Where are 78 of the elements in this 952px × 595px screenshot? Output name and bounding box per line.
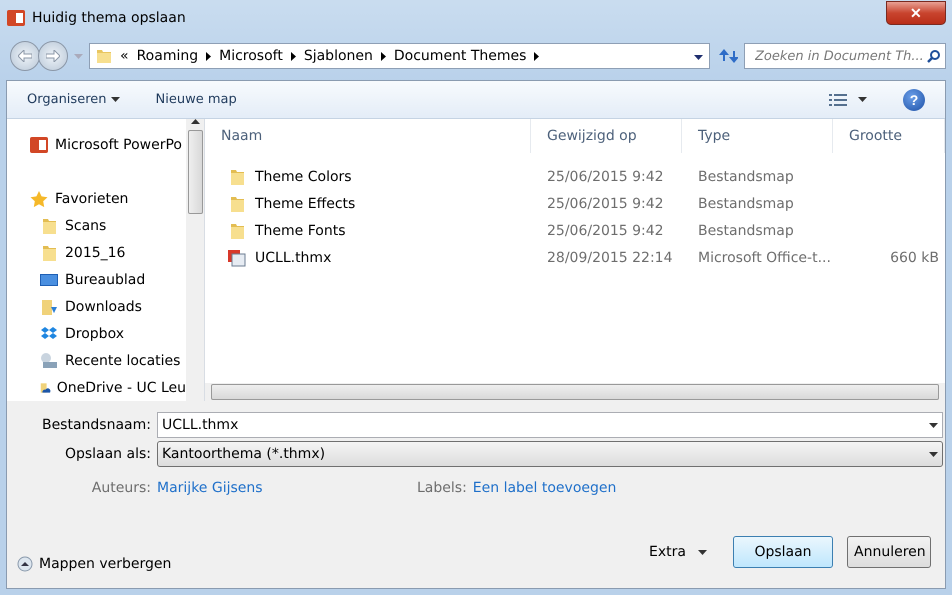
- authors-link[interactable]: Marijke Gijsens: [157, 480, 417, 496]
- breadcrumb[interactable]: Sjablonen: [304, 48, 373, 64]
- window-title: Huidig thema opslaan: [32, 10, 186, 26]
- organize-menu[interactable]: Organiseren: [27, 92, 120, 107]
- caret-icon: [698, 550, 707, 554]
- column-header[interactable]: Grootte: [833, 119, 945, 153]
- sidebar-item[interactable]: 2015_16: [7, 239, 186, 266]
- caret-icon: [929, 422, 938, 428]
- presentation-app-icon: [29, 136, 49, 154]
- type-cell-text: Bestandsmap: [697, 222, 795, 238]
- folder-icon: [96, 48, 112, 64]
- back-button[interactable]: [10, 41, 40, 71]
- forward-button[interactable]: [38, 41, 68, 71]
- scrollbar-thumb[interactable]: [188, 130, 202, 214]
- sidebar-item[interactable]: Bureaublad: [7, 266, 186, 293]
- tags-label: Labels:: [417, 480, 468, 496]
- modified-cell-text: 28/09/2015 22:14: [546, 250, 674, 266]
- sidebar-item[interactable]: Favorieten: [7, 185, 186, 212]
- file-type-dropdown[interactable]: Kantoorthema (*.thmx): [157, 441, 943, 467]
- add-tag-link[interactable]: Een label toevoegen: [472, 480, 616, 496]
- history-caret-icon: [74, 54, 83, 58]
- file-name-cell[interactable]: Theme Colors: [205, 168, 531, 186]
- search-field[interactable]: Zoeken in Document Th...: [744, 43, 946, 69]
- chevron-icon: [290, 52, 296, 60]
- caret-icon: [858, 97, 867, 102]
- sidebar-item[interactable]: Recente locaties: [7, 347, 186, 374]
- size-cell-text: 660 kB: [889, 250, 940, 266]
- vertical-scrollbar[interactable]: [186, 119, 204, 401]
- modified-cell-text: 25/06/2015 9:42: [546, 222, 665, 238]
- back-arrow-icon: [18, 50, 32, 62]
- sidebar-item[interactable]: Dropbox: [7, 320, 186, 347]
- filename-combobox[interactable]: UCLL.thmx: [157, 412, 943, 438]
- downloads-folder-icon: [39, 298, 59, 316]
- sidebar-item[interactable]: OneDrive - UC Leu: [7, 374, 186, 401]
- authors-label: Auteurs:: [90, 480, 152, 496]
- overflow-chevron[interactable]: «: [120, 48, 129, 64]
- search-icon: [927, 49, 941, 63]
- recent-places-icon: [39, 352, 59, 370]
- filename-input[interactable]: UCLL.thmx: [162, 417, 929, 433]
- horizontal-scrollbar[interactable]: [205, 383, 945, 401]
- chevron-icon: [380, 52, 386, 60]
- sidebar-item[interactable]: Microsoft PowerPo: [7, 131, 186, 158]
- save-button[interactable]: Opslaan: [733, 536, 833, 568]
- breadcrumb[interactable]: Roaming: [136, 48, 198, 64]
- dropdown-caret-icon: [694, 55, 703, 60]
- collapse-icon: [17, 556, 33, 572]
- chevron-icon: [534, 52, 540, 60]
- star-icon: [29, 190, 49, 208]
- column-header[interactable]: Type: [682, 119, 833, 153]
- sidebar-item[interactable]: Downloads: [7, 293, 186, 320]
- file-name-cell[interactable]: Theme Fonts: [205, 222, 531, 240]
- type-cell-text: Bestandsmap: [697, 196, 795, 212]
- sidebar-item[interactable]: Scans: [7, 212, 186, 239]
- address-bar[interactable]: « Roaming Microsoft Sjablonen Document Themes: [89, 43, 710, 69]
- file-name-cell[interactable]: Theme Effects: [205, 194, 531, 212]
- breadcrumb[interactable]: Document Themes: [394, 48, 526, 64]
- modified-cell-text: 25/06/2015 9:42: [546, 168, 665, 184]
- presentation-app-icon: [6, 9, 26, 27]
- caret-icon: [110, 97, 120, 102]
- type-cell-text: Microsoft Office-t...: [697, 250, 832, 266]
- save-as-type-label: Opslaan als:: [64, 446, 152, 462]
- breadcrumb[interactable]: Microsoft: [219, 48, 283, 64]
- new-folder-button[interactable]: Nieuwe map: [156, 92, 237, 107]
- filename-label: Bestandsnaam:: [40, 417, 152, 433]
- view-options-icon[interactable]: [828, 92, 848, 108]
- forward-arrow-icon: [46, 50, 60, 62]
- column-header[interactable]: Gewijzigd op: [531, 119, 682, 153]
- type-cell-text: Bestandsmap: [697, 168, 795, 184]
- file-name-cell[interactable]: UCLL.thmx: [205, 248, 531, 266]
- close-button[interactable]: ✕: [886, 1, 946, 25]
- chevron-icon: [206, 52, 212, 60]
- column-header[interactable]: Naam: [205, 119, 531, 153]
- tools-menu[interactable]: Extra: [643, 536, 713, 568]
- hide-folders-button[interactable]: Mappen verbergen: [17, 556, 172, 572]
- theme-file-icon: [227, 248, 247, 266]
- caret-icon: [929, 452, 938, 456]
- modified-cell-text: 25/06/2015 9:42: [546, 196, 665, 212]
- cancel-button[interactable]: Annuleren: [847, 536, 931, 568]
